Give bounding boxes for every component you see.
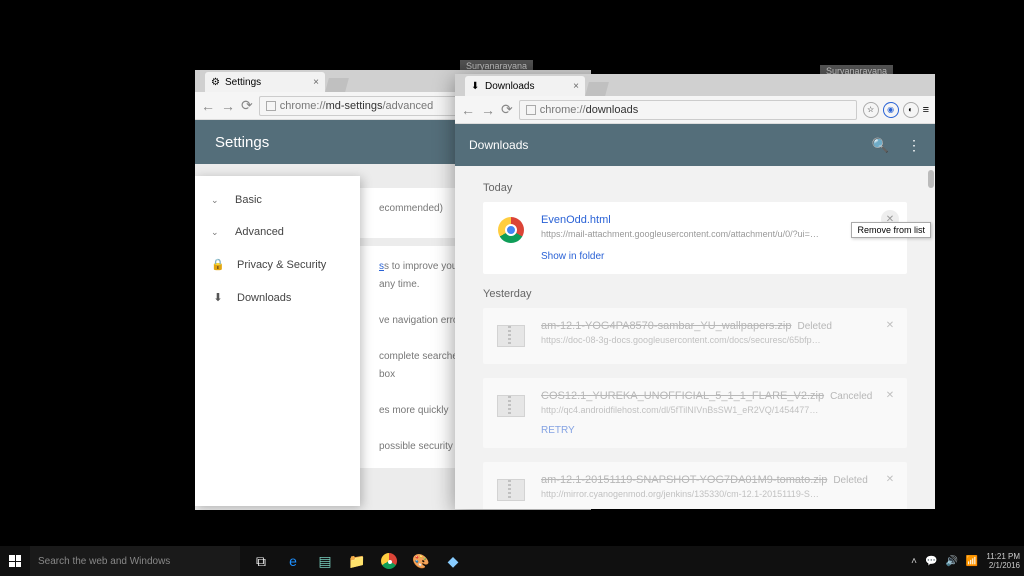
- extension-icon[interactable]: ◉: [883, 102, 899, 118]
- search-icon[interactable]: 🔍: [872, 137, 889, 154]
- download-icon: ⬇: [471, 81, 481, 91]
- task-icons: ⧉ e ▤ 📁 🎨 ◆: [246, 546, 468, 576]
- new-tab-button[interactable]: [585, 82, 609, 96]
- chrome-icon[interactable]: [374, 546, 404, 576]
- downloads-list: Today EvenOdd.html https://mail-attachme…: [455, 166, 935, 509]
- taskbar-clock[interactable]: 11:21 PM 2/1/2016: [986, 552, 1020, 570]
- tab-label: Downloads: [485, 81, 534, 92]
- remove-download-button[interactable]: ✕: [881, 316, 899, 334]
- tab-close-icon[interactable]: ×: [313, 77, 319, 88]
- page-title: Downloads: [469, 138, 528, 152]
- show-in-folder-link[interactable]: Show in folder: [541, 251, 604, 262]
- download-url: https://doc-08-3g-docs.googleusercontent…: [541, 335, 821, 345]
- chevron-down-icon: ⌄: [211, 195, 223, 206]
- notepad-icon[interactable]: ▤: [310, 546, 340, 576]
- profile-icon[interactable]: ◐: [903, 102, 919, 118]
- file-zip-icon: [495, 390, 527, 422]
- section-today: Today: [483, 182, 907, 194]
- back-button[interactable]: ←: [201, 98, 215, 114]
- download-filename: am-12.1-20151119-SNAPSHOT-YOG7DA01M9-tom…: [541, 474, 827, 486]
- lock-icon: 🔒: [211, 258, 225, 271]
- tooltip: Remove from list: [851, 222, 931, 238]
- download-status: Deleted: [833, 475, 867, 486]
- sidemenu-basic[interactable]: ⌄Basic: [195, 184, 360, 216]
- download-filename: am-12.1-YOG4PA8570-sambar_YU_wallpapers.…: [541, 320, 791, 332]
- reload-button[interactable]: ⟳: [241, 97, 253, 114]
- forward-button[interactable]: →: [481, 102, 495, 118]
- downloads-window: ⬇ Downloads × ← → ⟳ chrome://downloads ☆…: [455, 74, 935, 509]
- tab-settings[interactable]: ⚙ Settings ×: [205, 72, 325, 92]
- file-chrome-icon: [495, 214, 527, 246]
- forward-button[interactable]: →: [221, 98, 235, 114]
- page-icon: [526, 105, 536, 115]
- remove-download-button[interactable]: ✕: [881, 470, 899, 488]
- back-button[interactable]: ←: [461, 102, 475, 118]
- more-icon[interactable]: ⋮: [907, 137, 921, 154]
- taskbar: Search the web and Windows ⧉ e ▤ 📁 🎨 ◆ ˄…: [0, 546, 1024, 576]
- star-icon[interactable]: ☆: [863, 102, 879, 118]
- tab-close-icon[interactable]: ×: [573, 81, 579, 92]
- file-zip-icon: [495, 320, 527, 352]
- reload-button[interactable]: ⟳: [501, 101, 513, 118]
- scrollbar-thumb[interactable]: [928, 170, 934, 188]
- volume-icon[interactable]: 🔊: [945, 556, 957, 567]
- edge-icon[interactable]: e: [278, 546, 308, 576]
- sidemenu-advanced[interactable]: ⌄Advanced: [195, 216, 360, 248]
- taskbar-search[interactable]: Search the web and Windows: [30, 546, 240, 576]
- system-tray: ˄ 💬 🔊 📶 11:21 PM 2/1/2016: [911, 552, 1024, 570]
- page-icon: [266, 101, 276, 111]
- new-tab-button[interactable]: [325, 78, 349, 92]
- file-zip-icon: [495, 474, 527, 506]
- download-item: COS12.1_YUREKA_UNOFFICIAL_5_1_1_FLARE_V2…: [483, 378, 907, 448]
- retry-link[interactable]: RETRY: [541, 425, 575, 436]
- sidemenu-privacy[interactable]: 🔒Privacy & Security: [195, 248, 360, 281]
- app-icon[interactable]: ◆: [438, 546, 468, 576]
- sidemenu-downloads[interactable]: ⬇Downloads: [195, 281, 360, 314]
- download-filename: COS12.1_YUREKA_UNOFFICIAL_5_1_1_FLARE_V2…: [541, 390, 824, 402]
- download-filename[interactable]: EvenOdd.html: [541, 214, 611, 226]
- page-title: Settings: [215, 134, 269, 151]
- tab-label: Settings: [225, 77, 261, 88]
- download-item: am-12.1-YOG4PA8570-sambar_YU_wallpapers.…: [483, 308, 907, 364]
- network-icon[interactable]: 📶: [966, 556, 978, 567]
- menu-icon[interactable]: ≡: [923, 104, 929, 116]
- addressbar-actions: ☆ ◉ ◐ ≡: [863, 102, 929, 118]
- chevron-down-icon: ⌄: [211, 227, 223, 238]
- remove-download-button[interactable]: ✕: [881, 386, 899, 404]
- tray-chevron-icon[interactable]: ˄: [911, 556, 917, 567]
- address-input[interactable]: chrome://downloads: [519, 100, 857, 120]
- download-url: http://mirror.cyanogenmod.org/jenkins/13…: [541, 489, 821, 499]
- download-status: Deleted: [797, 321, 831, 332]
- settings-sidemenu: ⌄Basic ⌄Advanced 🔒Privacy & Security ⬇Do…: [195, 176, 360, 506]
- download-url: https://mail-attachment.googleuserconten…: [541, 229, 821, 239]
- paint-icon[interactable]: 🎨: [406, 546, 436, 576]
- download-item: am-12.1-20151119-SNAPSHOT-YOG7DA01M9-tom…: [483, 462, 907, 509]
- download-item: EvenOdd.html https://mail-attachment.goo…: [483, 202, 907, 274]
- download-url: http://qc4.androidfilehost.com/dl/5fTilN…: [541, 405, 821, 415]
- section-yesterday: Yesterday: [483, 288, 907, 300]
- start-button[interactable]: [0, 546, 30, 576]
- download-icon: ⬇: [211, 291, 225, 304]
- page-icon: ⚙: [211, 77, 221, 87]
- tab-strip: ⬇ Downloads ×: [455, 74, 935, 96]
- download-status: Canceled: [830, 391, 872, 402]
- tab-downloads[interactable]: ⬇ Downloads ×: [465, 76, 585, 96]
- task-view-icon[interactable]: ⧉: [246, 546, 276, 576]
- explorer-icon[interactable]: 📁: [342, 546, 372, 576]
- address-bar: ← → ⟳ chrome://downloads ☆ ◉ ◐ ≡: [455, 96, 935, 124]
- action-center-icon[interactable]: 💬: [925, 556, 937, 567]
- page-header: Downloads 🔍 ⋮: [455, 124, 935, 166]
